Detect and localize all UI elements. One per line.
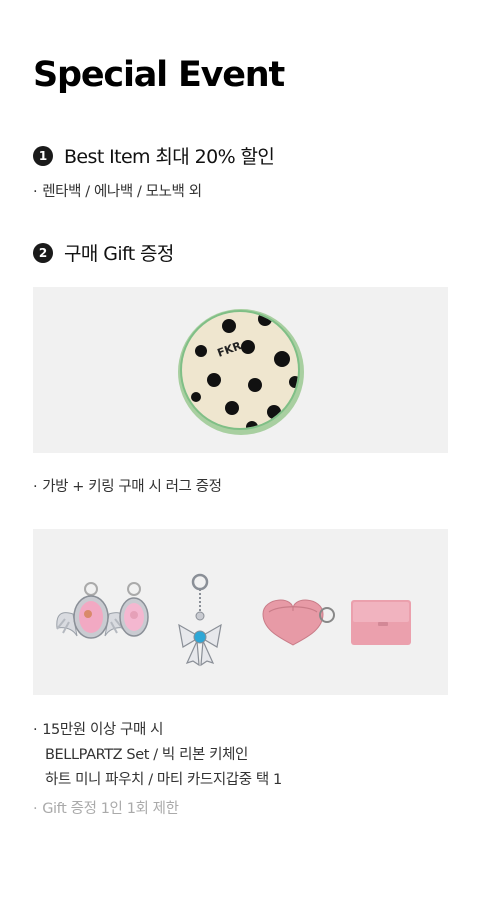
heart-pouch-image: [262, 599, 335, 646]
section-2-number-badge: 2: [33, 242, 53, 263]
gift-1-caption-text: 가방 + 키링 구매 시 러그 증정: [42, 479, 222, 495]
bullet-mark: ·: [33, 479, 38, 495]
section-1-header: 1 Best Item 최대 20% 할인: [33, 142, 275, 169]
gift-limit-note: · Gift 증정 1인 1회 제한: [33, 797, 179, 818]
card-wallet-image: [351, 600, 411, 645]
gift-2-caption-line-2: BELLPARTZ Set / 빅 리본 키체인: [45, 747, 248, 763]
section-1-number-badge: 1: [33, 145, 53, 166]
page-title: Special Event: [33, 55, 285, 95]
section-2-header: 2 구매 Gift 증정: [33, 239, 174, 266]
gift-2-caption-line-3: 하트 미니 파우치 / 마티 카드지갑중 택 1: [45, 772, 282, 788]
gift-1-caption: · 가방 + 키링 구매 시 러그 증정: [33, 475, 222, 496]
gift-2-caption-line-1: · 15만원 이상 구매 시: [33, 718, 163, 739]
gift-2-caption-line-1-text: 15만원 이상 구매 시: [42, 722, 164, 738]
section-1-title: Best Item 최대 20% 할인: [64, 146, 275, 168]
section-1-bullet: · 렌타백 / 에나백 / 모노백 외: [33, 180, 202, 201]
gift-limit-note-text: Gift 증정 1인 1회 제한: [42, 801, 179, 817]
rug-gift-image: FKR: [33, 287, 448, 453]
bullet-mark: ·: [33, 722, 38, 738]
gift-set-image: [33, 529, 448, 695]
section-1-bullet-text: 렌타백 / 에나백 / 모노백 외: [42, 184, 202, 200]
bullet-mark: ·: [33, 801, 38, 817]
bullet-mark: ·: [33, 184, 38, 200]
bellpartz-image: [56, 582, 149, 639]
section-2-title: 구매 Gift 증정: [64, 243, 174, 265]
ribbon-keychain-image: [178, 573, 222, 667]
rug-image: FKR: [178, 309, 304, 435]
